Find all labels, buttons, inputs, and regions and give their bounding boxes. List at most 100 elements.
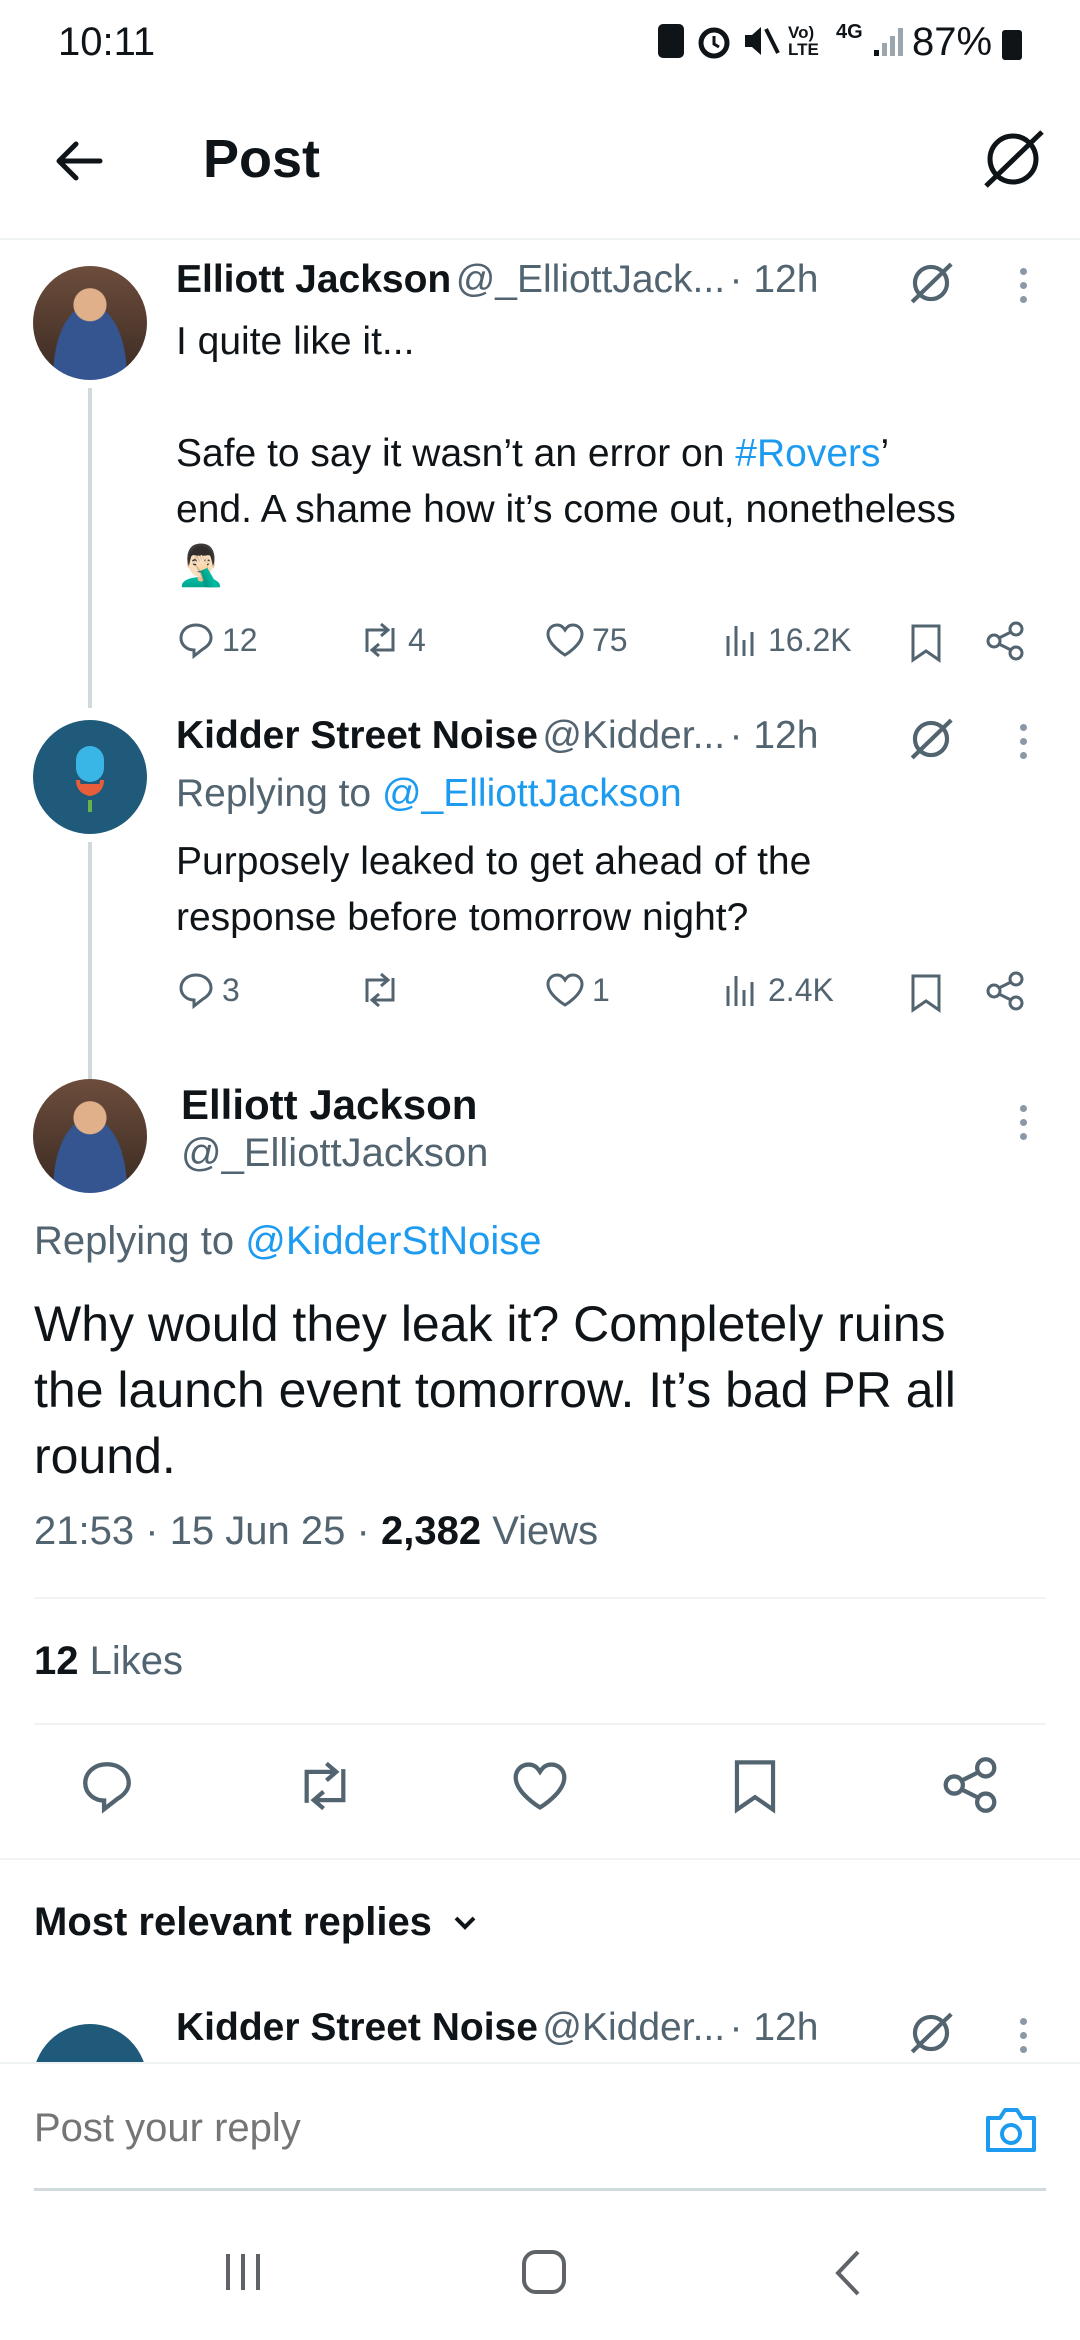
recent-apps-icon[interactable] — [220, 2250, 266, 2294]
replying-to-handle[interactable]: @_ElliottJackson — [382, 772, 682, 815]
hashtag-link[interactable]: #Rovers — [735, 432, 880, 475]
views-label: Views — [492, 1509, 599, 1553]
grok-icon[interactable] — [908, 2010, 954, 2056]
home-icon[interactable] — [520, 2248, 568, 2296]
more-icon[interactable] — [1018, 2018, 1028, 2053]
views-icon — [726, 976, 754, 1006]
reply-icon[interactable] — [78, 1757, 136, 1815]
author-handle[interactable]: @Kidder... — [542, 2006, 725, 2049]
repost-icon[interactable] — [294, 1757, 356, 1815]
post-date: 15 Jun 25 — [169, 1509, 346, 1553]
volte-top: Vo) — [788, 23, 815, 42]
like-button[interactable]: 75 — [544, 620, 628, 660]
thread-tweet-2[interactable]: Kidder Street Noise @Kidder... · 12h Rep… — [0, 700, 1080, 1082]
bookmark-icon[interactable] — [908, 622, 944, 664]
grok-icon[interactable] — [908, 716, 954, 762]
like-count: 1 — [592, 971, 610, 1008]
author-handle[interactable]: @_ElliottJackson — [181, 1131, 488, 1176]
like-icon — [546, 623, 584, 657]
avatar[interactable] — [33, 1079, 147, 1193]
grok-icon[interactable] — [980, 126, 1046, 192]
more-icon[interactable] — [1018, 268, 1028, 303]
likes-label: Likes — [89, 1639, 184, 1683]
post-body: Why would they leak it? Completely ruins… — [34, 1291, 1064, 1489]
divider — [34, 1723, 1046, 1725]
author-name[interactable]: Elliott Jackson — [176, 258, 451, 301]
like-icon — [546, 973, 584, 1007]
divider — [34, 1597, 1046, 1599]
post-text-line: round. — [34, 1428, 176, 1484]
like-count: 75 — [592, 621, 628, 658]
tweet-text-line: I quite like it... — [176, 320, 415, 363]
views-button[interactable]: 16.2K — [722, 620, 852, 660]
reply-preview[interactable]: Kidder Street Noise @Kidder... · 12h — [0, 2000, 1080, 2062]
microphone-logo-icon — [76, 746, 104, 812]
more-icon[interactable] — [1018, 1105, 1028, 1140]
tweet-header: Kidder Street Noise @Kidder... · 12h — [176, 714, 818, 758]
author-name[interactable]: Elliott Jackson — [181, 1081, 477, 1129]
repost-count: 4 — [408, 621, 426, 658]
meta-separator: · — [145, 1509, 159, 1553]
avatar[interactable] — [33, 720, 147, 834]
post-text-line: Why would they leak it? Completely ruins — [34, 1296, 946, 1352]
replies-sort-dropdown[interactable]: Most relevant replies — [34, 1900, 480, 1945]
back-arrow-icon[interactable] — [52, 134, 106, 188]
like-icon[interactable] — [510, 1757, 570, 1815]
more-icon[interactable] — [1018, 724, 1028, 759]
back-nav-icon[interactable] — [830, 2248, 866, 2298]
share-icon[interactable] — [940, 1755, 1000, 1815]
tweet-header: Elliott Jackson @_ElliottJack... · 12h — [176, 258, 818, 302]
author-handle[interactable]: @Kidder... — [542, 714, 725, 757]
share-icon[interactable] — [984, 620, 1026, 662]
bookmark-icon[interactable] — [730, 1755, 780, 1817]
like-button[interactable]: 1 — [544, 970, 610, 1010]
volte-bottom: LTE — [788, 40, 819, 59]
views-count: 16.2K — [768, 621, 852, 658]
share-icon[interactable] — [984, 970, 1026, 1012]
reply-button[interactable]: 3 — [176, 970, 240, 1010]
tweet-text-line: response before tomorrow night? — [176, 896, 749, 939]
top-bar: Post — [0, 90, 1080, 240]
replies-sort-label: Most relevant replies — [34, 1900, 432, 1944]
repost-icon — [365, 972, 395, 1008]
divider — [0, 1858, 1080, 1860]
status-bar: 10:11 Vo) LTE 4G 87% — [0, 0, 1080, 90]
reply-input[interactable] — [34, 2098, 934, 2158]
camera-icon[interactable] — [982, 2104, 1040, 2156]
battery-icon — [1002, 30, 1022, 60]
likes-count: 12 — [34, 1639, 79, 1683]
post-time: · 12h — [729, 2006, 819, 2049]
reply-count: 3 — [222, 971, 240, 1008]
author-handle[interactable]: @_ElliottJack... — [456, 258, 725, 301]
tweet-text-line: Safe to say it wasn’t an error on #Rover… — [176, 432, 890, 475]
repost-icon — [365, 622, 395, 658]
author-name[interactable]: Kidder Street Noise — [176, 2006, 538, 2049]
repost-button[interactable] — [358, 970, 408, 1010]
views-count: 2,382 — [380, 1509, 482, 1553]
thread-line — [88, 388, 92, 708]
facepalm-emoji: 🤦🏻‍♂️ — [176, 544, 226, 588]
tweet-body: I quite like it... Safe to say it wasn’t… — [176, 314, 1056, 594]
network-type: 4G — [836, 21, 863, 43]
reply-button[interactable]: 12 — [176, 620, 258, 660]
thread-line — [88, 842, 92, 1082]
status-time: 10:11 — [58, 20, 156, 64]
views-button[interactable]: 2.4K — [722, 970, 834, 1010]
replying-to: Replying to @_ElliottJackson — [176, 772, 682, 815]
bookmark-icon[interactable] — [908, 972, 944, 1014]
reply-icon — [179, 973, 213, 1010]
reply-icon — [179, 623, 213, 660]
tweet-body: Purposely leaked to get ahead of the res… — [176, 834, 1056, 946]
post-text-line: the launch event tomorrow. It’s bad PR a… — [34, 1362, 956, 1418]
grok-icon[interactable] — [908, 260, 954, 306]
thread-tweet-1[interactable]: Elliott Jackson @_ElliottJack... · 12h I… — [0, 240, 1080, 708]
battery-percent: 87% — [912, 20, 993, 64]
tweet-text-line: Purposely leaked to get ahead of the — [176, 840, 812, 883]
replying-to-handle[interactable]: @KidderStNoise — [245, 1219, 541, 1263]
author-name[interactable]: Kidder Street Noise — [176, 714, 538, 757]
composer-underline — [34, 2188, 1046, 2191]
avatar[interactable] — [33, 2024, 147, 2062]
repost-button[interactable]: 4 — [358, 620, 426, 660]
avatar[interactable] — [33, 266, 147, 380]
likes-summary[interactable]: 12 Likes — [34, 1639, 183, 1684]
